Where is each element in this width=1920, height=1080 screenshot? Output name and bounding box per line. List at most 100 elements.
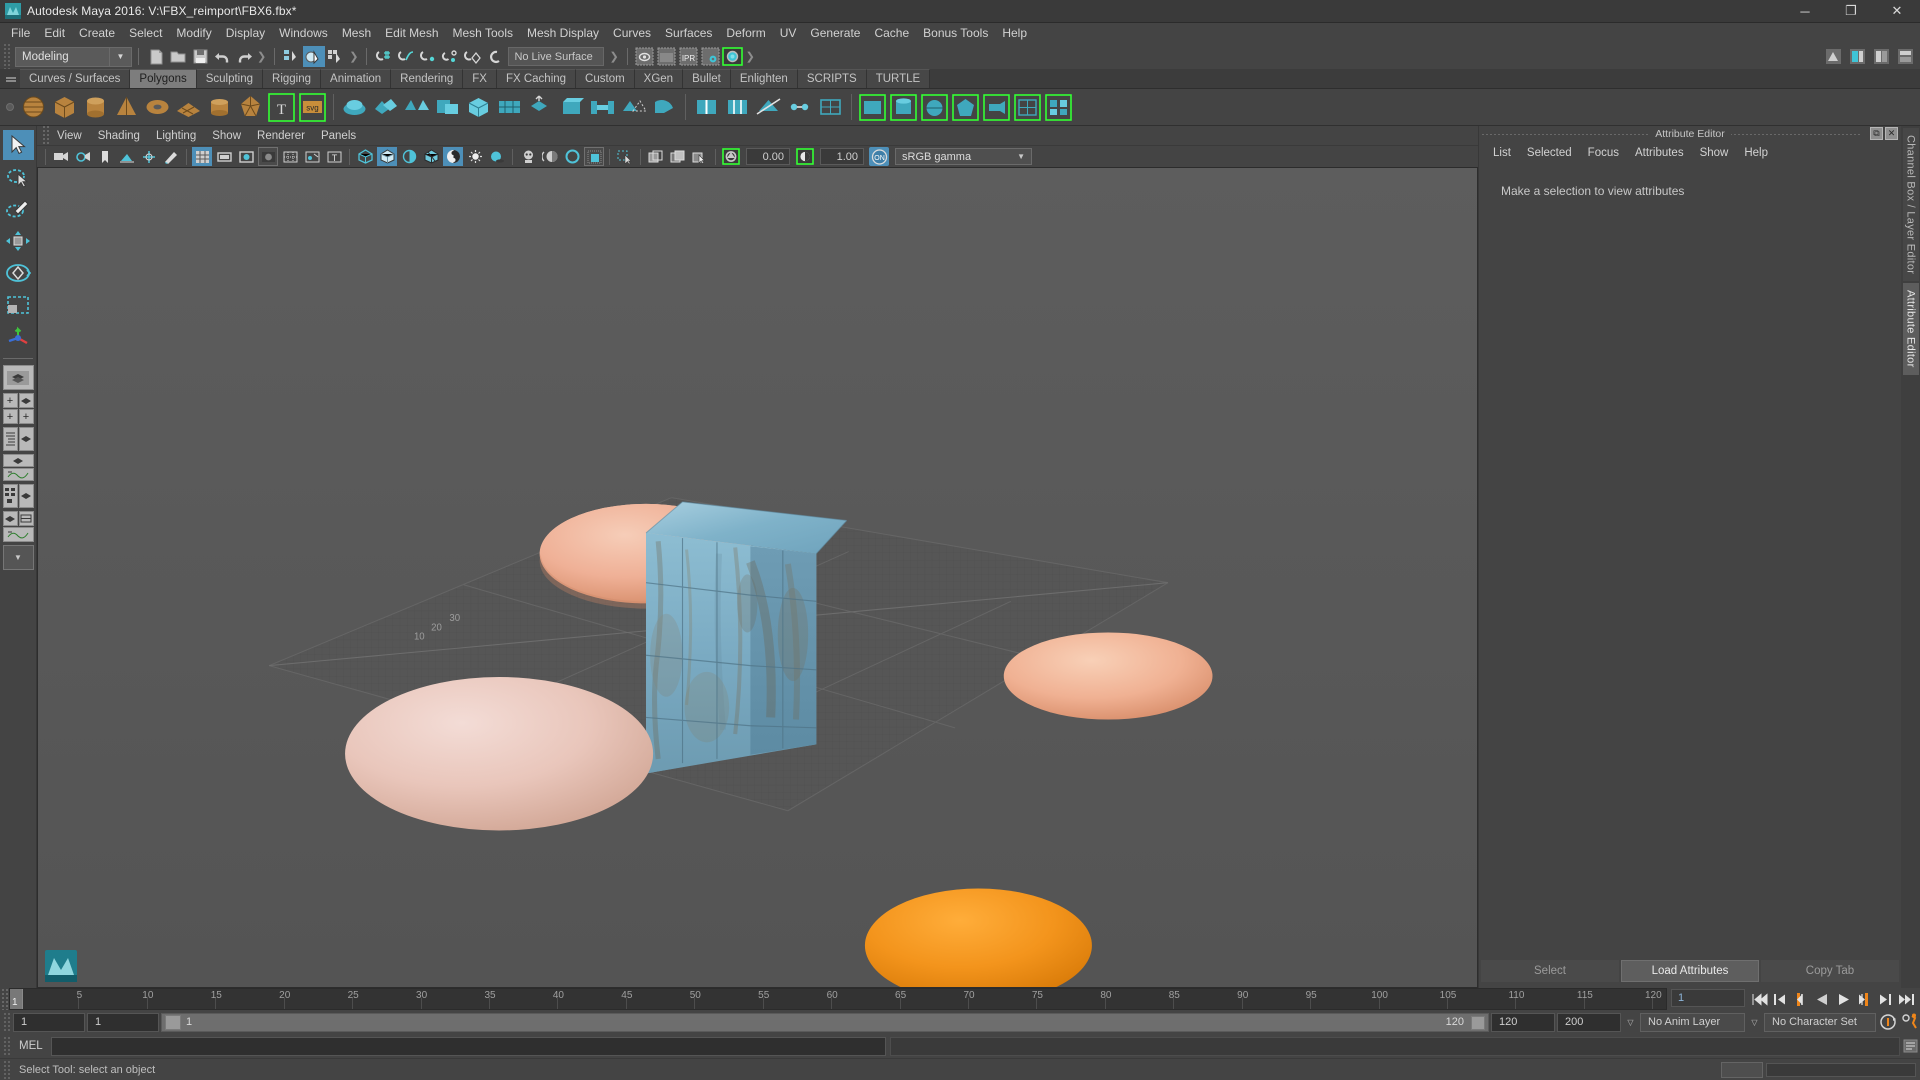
uv-cylindrical-icon[interactable] — [889, 92, 918, 123]
shelf-tab-animation[interactable]: Animation — [321, 69, 392, 88]
minimize-button[interactable]: ─ — [1782, 0, 1828, 22]
menu-windows[interactable]: Windows — [272, 24, 335, 43]
toolbar-collapse-arrow-icon[interactable]: ❯ — [746, 50, 755, 63]
load-attributes-button[interactable]: Load Attributes — [1621, 960, 1759, 982]
bevel-icon[interactable] — [557, 92, 586, 123]
side-tab-attribute-editor[interactable]: Attribute Editor — [1902, 283, 1919, 375]
step-forward-key-icon[interactable] — [1854, 989, 1874, 1009]
toolbar-collapse-arrow-icon[interactable]: ❯ — [609, 50, 618, 63]
shelf-tab-enlighten[interactable]: Enlighten — [730, 69, 798, 88]
current-frame-field[interactable]: 1 — [1671, 989, 1745, 1007]
safe-title-icon[interactable]: T — [324, 147, 344, 166]
shelf-tab-fx[interactable]: FX — [463, 69, 497, 88]
viewport-menu-shading[interactable]: Shading — [90, 128, 148, 144]
layout-hypershade-button[interactable] — [2, 484, 34, 508]
poly-svg-icon[interactable]: svg — [298, 92, 327, 123]
attr-menu-selected[interactable]: Selected — [1519, 145, 1580, 161]
film-gate-icon[interactable] — [214, 147, 234, 166]
outliner-icon[interactable] — [2, 427, 18, 451]
color-management-toggle-icon[interactable]: ON — [869, 147, 889, 166]
wireframe-icon[interactable] — [355, 147, 375, 166]
gate-mask-icon[interactable] — [258, 147, 278, 166]
motion-blur-icon[interactable] — [540, 147, 560, 166]
snap-to-grid-icon[interactable] — [373, 46, 395, 67]
command-line-grip[interactable] — [2, 1036, 11, 1056]
step-forward-frame-icon[interactable] — [1875, 989, 1895, 1009]
shade-options-icon[interactable] — [399, 147, 419, 166]
copy-tab-button[interactable]: Copy Tab — [1761, 960, 1899, 982]
menu-create[interactable]: Create — [72, 24, 122, 43]
lock-camera-icon[interactable] — [73, 147, 93, 166]
snap-to-curve-icon[interactable] — [395, 46, 417, 67]
layout-persp-graph-editor-button[interactable] — [2, 454, 34, 481]
layout-four-view-button[interactable]: + + + — [2, 393, 34, 424]
show-hide-modeling-toolkit-icon[interactable] — [1822, 46, 1844, 67]
persp-view-icon-2[interactable] — [2, 454, 34, 467]
range-slider-left-handle[interactable] — [165, 1014, 181, 1030]
attr-menu-help[interactable]: Help — [1736, 145, 1776, 161]
poly-type-icon[interactable]: T — [267, 92, 296, 123]
grid-toggle-icon[interactable] — [192, 147, 212, 166]
anim-layer-chevron-down-icon[interactable]: ▽ — [1623, 1013, 1638, 1032]
layout-plus-icon-3[interactable]: + — [18, 409, 34, 424]
play-backwards-icon[interactable] — [1812, 989, 1832, 1009]
ipr-render-icon[interactable]: IPR — [678, 46, 700, 67]
shelf-tab-polygons[interactable]: Polygons — [130, 69, 197, 88]
animation-preferences-icon[interactable] — [1900, 1012, 1920, 1032]
layout-plus-icon-2[interactable]: + — [2, 409, 18, 424]
go-to-start-icon[interactable] — [1749, 989, 1769, 1009]
polyplatonic-icon[interactable] — [236, 92, 265, 123]
graph-editor-icon-2[interactable] — [2, 527, 34, 542]
sculpt-geometry-icon[interactable] — [340, 92, 369, 123]
wireframe-on-shaded-icon[interactable] — [421, 147, 441, 166]
last-tool-used-button[interactable] — [3, 322, 34, 352]
redo-icon[interactable] — [233, 46, 255, 67]
close-button[interactable]: ✕ — [1874, 0, 1920, 22]
layout-persp-icon[interactable] — [18, 393, 34, 408]
make-live-icon[interactable] — [483, 46, 505, 67]
grease-pencil-icon[interactable] — [161, 147, 181, 166]
wedge-face-icon[interactable] — [650, 92, 679, 123]
insert-edge-loop-icon[interactable] — [692, 92, 721, 123]
append-polygon-icon[interactable] — [619, 92, 648, 123]
menu-surfaces[interactable]: Surfaces — [658, 24, 719, 43]
select-by-object-icon[interactable] — [303, 46, 326, 67]
persp-view-icon-3[interactable] — [18, 484, 34, 508]
camera-attributes-icon[interactable] — [95, 147, 115, 166]
menu-generate[interactable]: Generate — [803, 24, 867, 43]
shelf-tab-rendering[interactable]: Rendering — [391, 69, 464, 88]
more-layouts-button[interactable]: ▼ — [2, 545, 34, 570]
command-input[interactable] — [50, 1036, 886, 1056]
chevron-down-icon[interactable]: ▼ — [1017, 152, 1025, 161]
smooth-icon[interactable] — [464, 92, 493, 123]
viewport-menu-renderer[interactable]: Renderer — [249, 128, 313, 144]
render-settings-icon[interactable] — [700, 46, 722, 67]
menu-mesh-display[interactable]: Mesh Display — [520, 24, 606, 43]
menu-curves[interactable]: Curves — [606, 24, 658, 43]
animation-start-time-field[interactable]: 1 — [13, 1012, 85, 1032]
viewport-menu-view[interactable]: View — [49, 128, 90, 144]
character-set-selector[interactable]: No Character Set — [1764, 1012, 1876, 1032]
range-slider-grip[interactable] — [2, 1012, 11, 1032]
toolbar-collapse-arrow-icon[interactable]: ❯ — [349, 50, 358, 63]
layout-persp-uv-editor-button[interactable] — [2, 511, 34, 542]
menu-help[interactable]: Help — [995, 24, 1034, 43]
show-hide-attribute-editor-icon[interactable] — [1846, 46, 1868, 67]
layout-plus-icon[interactable]: + — [2, 393, 18, 408]
menu-file[interactable]: File — [4, 24, 37, 43]
reduce-icon[interactable] — [495, 92, 524, 123]
booleans-icon[interactable] — [433, 92, 462, 123]
polycone-icon[interactable] — [112, 92, 141, 123]
layout-single-perspective-button[interactable] — [2, 365, 34, 390]
rotate-tool-button[interactable] — [3, 258, 34, 288]
auto-key-icon[interactable] — [1878, 1012, 1898, 1032]
menu-deform[interactable]: Deform — [719, 24, 772, 43]
hypershade-icon[interactable] — [722, 46, 744, 67]
uv-layout-icon[interactable] — [1044, 92, 1073, 123]
image-plane-icon[interactable] — [117, 147, 137, 166]
playback-start-time-field[interactable]: 1 — [87, 1012, 159, 1032]
shadows-icon[interactable] — [487, 147, 507, 166]
lasso-select-tool-button[interactable] — [3, 162, 34, 192]
target-weld-icon[interactable] — [785, 92, 814, 123]
safe-action-icon[interactable] — [302, 147, 322, 166]
